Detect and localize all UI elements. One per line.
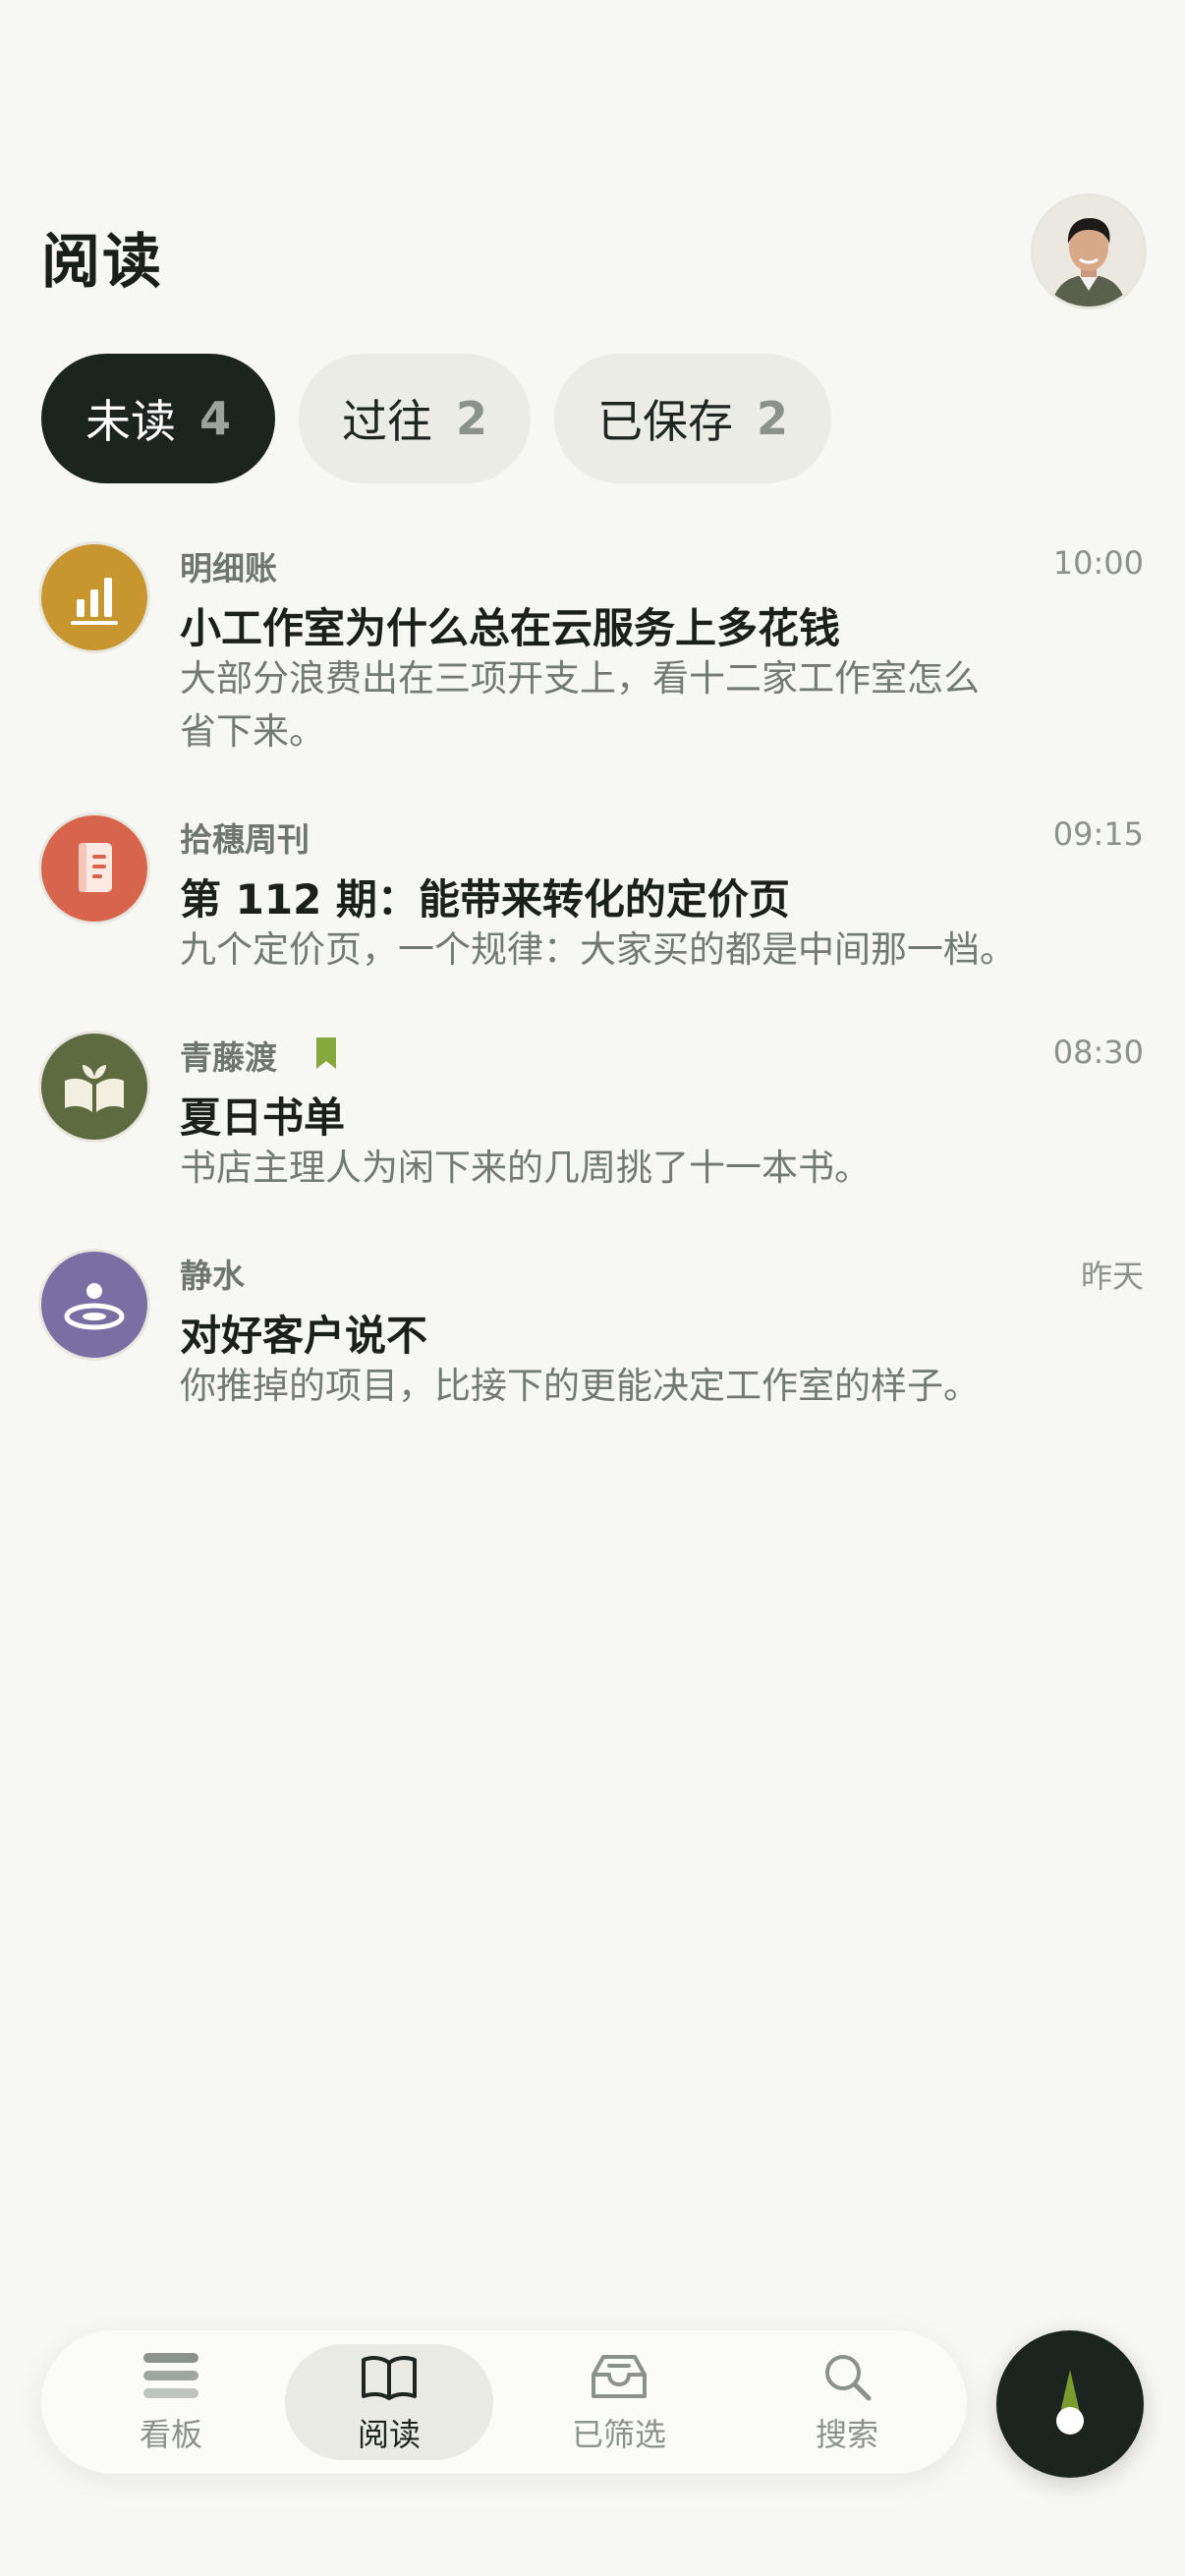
- feed-title: 小工作室为什么总在云服务上多花钱: [180, 604, 841, 652]
- feed-time: 10:00: [1052, 544, 1144, 582]
- feed-summary: 你推掉的项目，比接下的更能决定工作室的样子。: [180, 1365, 980, 1407]
- list-item[interactable]: 拾穗周刊 09:15 第 112 期：能带来转化的定价页 九个定价页，一个规律：…: [0, 810, 1185, 986]
- feed-title: 夏日书单: [180, 1093, 346, 1142]
- tab-count: 4: [198, 392, 231, 445]
- nav-label: 看板: [139, 2416, 202, 2453]
- list-item[interactable]: 明细账 10:00 小工作室为什么总在云服务上多花钱 大部分浪费出在三项开支上，…: [0, 538, 1185, 764]
- tab-saved[interactable]: 已保存 2: [554, 354, 831, 483]
- feed-source: 静水: [180, 1257, 245, 1295]
- feed-summary: 九个定价页，一个规律：大家买的都是中间那一档。: [180, 928, 1016, 971]
- nav-label: 搜索: [815, 2416, 878, 2453]
- nav-label: 已筛选: [571, 2416, 666, 2453]
- feed-source: 明细账: [180, 549, 277, 588]
- tab-unread[interactable]: 未读 4: [41, 354, 275, 483]
- notebook-icon: [41, 815, 147, 922]
- tab-count: 2: [756, 392, 788, 445]
- list-item[interactable]: 静水 昨天 对好客户说不 你推掉的项目，比接下的更能决定工作室的样子。: [0, 1246, 1185, 1423]
- feed-time: 昨天: [1080, 1258, 1144, 1295]
- search-icon: [825, 2355, 872, 2401]
- inbox-icon: [592, 2355, 647, 2398]
- compass-needle-icon: [1056, 2370, 1084, 2435]
- bottom-nav: 看板 阅读 已筛选 搜索: [41, 2330, 967, 2474]
- open-book-sprout-icon: [41, 1034, 147, 1140]
- person-photo-icon: [1034, 196, 1144, 307]
- feed-time: 09:15: [1052, 815, 1144, 853]
- feed-source: 青藤渡: [180, 1038, 277, 1077]
- ripple-drop-icon: [41, 1252, 147, 1358]
- tab-label: 未读: [85, 395, 176, 448]
- stack-icon: [143, 2353, 198, 2398]
- profile-avatar[interactable]: [1034, 196, 1144, 307]
- tab-past[interactable]: 过往 2: [299, 354, 531, 483]
- feed-title: 第 112 期：能带来转化的定价页: [180, 875, 790, 924]
- feed-summary: 大部分浪费出在三项开支上，看十二家工作室怎么省下来。: [180, 657, 980, 753]
- bookmark-icon: [316, 1037, 336, 1069]
- bar-chart-icon: [41, 544, 147, 650]
- tab-label: 过往: [341, 395, 432, 448]
- nav-label: 阅读: [357, 2416, 421, 2453]
- nav-search[interactable]: 搜索: [743, 2330, 951, 2474]
- tab-label: 已保存: [596, 395, 733, 448]
- feed-source: 拾穗周刊: [180, 820, 310, 859]
- book-icon: [362, 2356, 417, 2400]
- feed-time: 08:30: [1052, 1034, 1144, 1071]
- feed-title: 对好客户说不: [180, 1312, 428, 1360]
- nav-reading[interactable]: 阅读: [285, 2330, 493, 2474]
- nav-board[interactable]: 看板: [67, 2330, 275, 2474]
- page-title: 阅读: [41, 228, 163, 297]
- compass-button[interactable]: [996, 2330, 1144, 2478]
- feed-summary: 书店主理人为闲下来的几周挑了十一本书。: [180, 1147, 871, 1189]
- tab-count: 2: [455, 392, 487, 445]
- list-item[interactable]: 青藤渡 08:30 夏日书单 书店主理人为闲下来的几周挑了十一本书。: [0, 1028, 1185, 1204]
- nav-filtered[interactable]: 已筛选: [515, 2330, 723, 2474]
